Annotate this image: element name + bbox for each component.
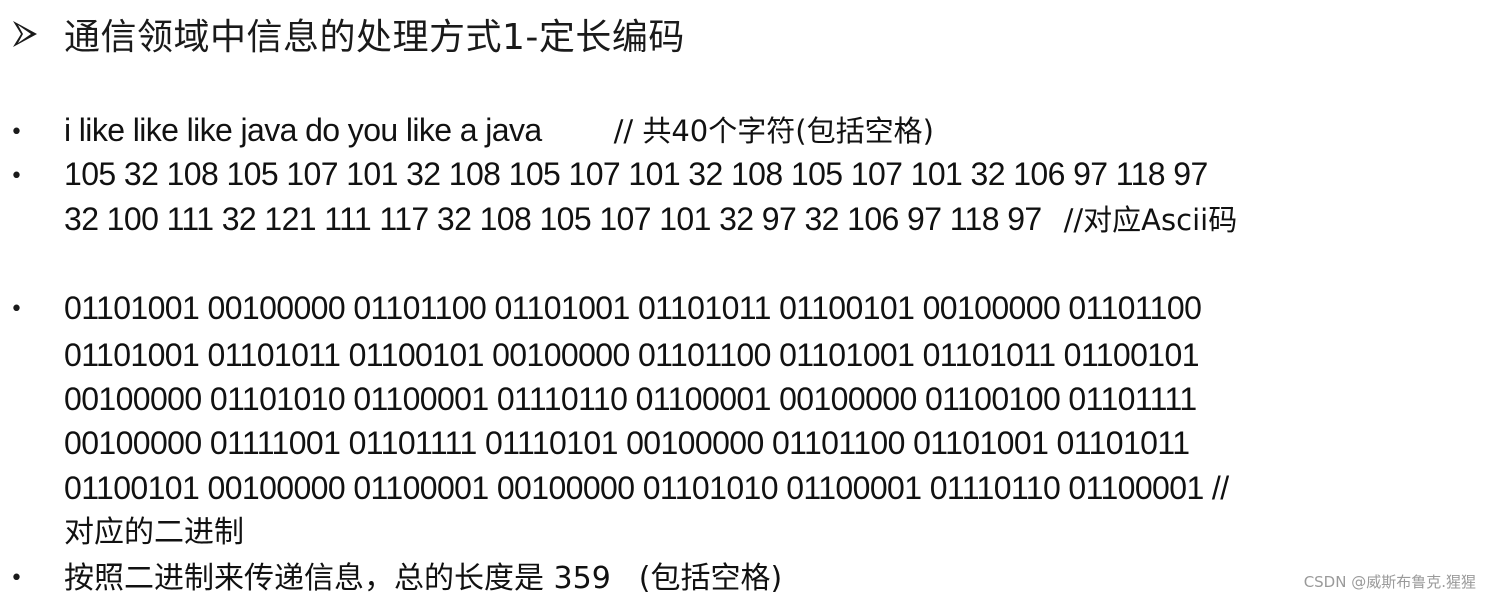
total-length-text: 按照二进制来传递信息，总的长度是 359 xyxy=(64,561,611,596)
title-row: 通信领域中信息的处理方式1-定长编码 xyxy=(12,10,685,58)
arrow-bullet-icon xyxy=(13,21,37,47)
bullet-marker: • xyxy=(10,566,23,591)
page-title: 通信领域中信息的处理方式1-定长编码 xyxy=(64,17,685,58)
sentence-text: i like like like java do you like a java xyxy=(64,112,542,148)
bullet-marker: • xyxy=(10,164,23,189)
csdn-watermark: CSDN @威斯布鲁克.猩猩 xyxy=(1303,573,1476,591)
total-length-line: 按照二进制来传递信息，总的长度是 359 (包括空格) xyxy=(64,561,782,594)
bullet-marker: • xyxy=(10,120,23,145)
binary-line-3: 00100000 01101010 01100001 01110110 0110… xyxy=(64,381,1197,417)
sentence-line: i like like like java do you like a java… xyxy=(64,114,934,146)
ascii-codes-text: 32 100 111 32 121 111 117 32 108 105 107… xyxy=(64,201,1042,237)
total-length-note: (包括空格) xyxy=(638,561,783,596)
ascii-codes-line-1: 105 32 108 105 107 101 32 108 105 107 10… xyxy=(64,156,1208,192)
ascii-codes-line-2: 32 100 111 32 121 111 117 32 108 105 107… xyxy=(64,203,1237,235)
bullet-marker: • xyxy=(10,297,23,322)
binary-line-5: 01100101 00100000 01100001 00100000 0110… xyxy=(64,470,1229,506)
binary-note: 对应的二进制 xyxy=(64,515,244,550)
character-count-note: // 共40个字符(包括空格) xyxy=(613,114,934,148)
ascii-note: //对应Ascii码 xyxy=(1063,203,1238,237)
binary-line-2: 01101001 01101011 01100101 00100000 0110… xyxy=(64,337,1199,373)
binary-line-4: 00100000 01111001 01101111 01110101 0010… xyxy=(64,425,1190,461)
binary-line-1: 01101001 00100000 01101100 01101001 0110… xyxy=(64,290,1202,326)
